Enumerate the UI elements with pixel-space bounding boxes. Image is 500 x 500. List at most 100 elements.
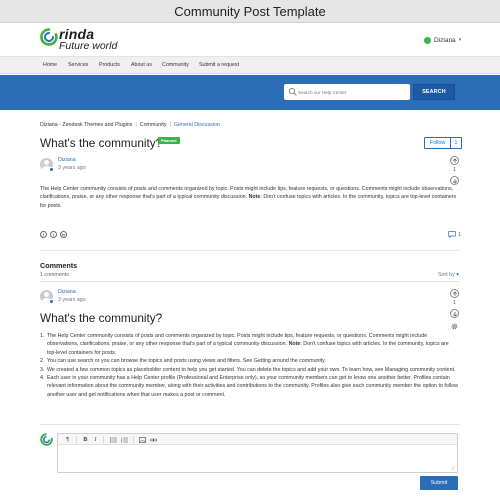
post-vote: 1 [450, 156, 460, 185]
brand-logo[interactable]: rinda Future world [40, 26, 170, 55]
comments-heading: Comments [40, 261, 78, 270]
search-icon [288, 87, 297, 96]
share-links: f t in [40, 231, 67, 240]
nav-item-products[interactable]: Products [99, 62, 120, 68]
editor-toolbar: ¶ B I [58, 434, 457, 445]
comment-textarea[interactable] [60, 447, 455, 471]
agent-badge-icon [49, 299, 54, 304]
arrow-up-icon [452, 290, 457, 296]
chevron-down-icon: ▾ [456, 272, 459, 278]
toolbar-divider [76, 436, 77, 443]
vote-down-button[interactable] [450, 309, 459, 318]
user-menu[interactable]: Diziana ▾ [424, 34, 461, 46]
list-item: 2. You can use search or you can browse … [40, 357, 458, 365]
post-author: Diziana 3 years ago [40, 157, 140, 173]
comment-vote: 1 [450, 289, 460, 318]
comment-bubble-icon [448, 231, 456, 238]
logo-swoosh-icon [40, 28, 58, 46]
comment-title: What's the community? [40, 311, 163, 325]
breadcrumb-item-general-discussion[interactable]: General Discussion [174, 122, 220, 128]
section-divider [40, 250, 460, 251]
search-hero: SEARCH [0, 75, 500, 110]
toolbar-divider [103, 436, 104, 443]
facebook-icon[interactable]: f [40, 231, 47, 238]
twitter-icon[interactable]: t [50, 231, 57, 238]
search-button[interactable]: SEARCH [413, 84, 455, 100]
author-name[interactable]: Diziana [58, 157, 76, 163]
list-number: 1. [40, 333, 45, 339]
link-icon[interactable] [149, 435, 158, 444]
nav-item-services[interactable]: Services [68, 62, 88, 68]
nav-item-community[interactable]: Community [162, 62, 189, 68]
comment-editor: ¶ B I [57, 433, 458, 473]
list-number: 4. [40, 375, 45, 382]
template-title: Community Post Template [174, 4, 326, 19]
comments-divider [40, 281, 460, 282]
post-body: The Help Center community consists of po… [40, 185, 458, 210]
bulleted-list-icon[interactable] [109, 435, 118, 444]
user-name: Diziana [434, 36, 456, 44]
site-header: rinda Future world Diziana ▾ [0, 23, 500, 56]
vote-up-button[interactable] [450, 289, 459, 298]
breadcrumb-item-home[interactable]: Diziana - Zendesk Themes and Plugins [40, 122, 132, 128]
main-nav: Home Services Products About us Communit… [0, 56, 500, 74]
breadcrumb-separator: | [135, 122, 137, 128]
list-number: 2. [40, 358, 45, 365]
arrow-up-icon [452, 157, 457, 163]
toolbar-divider [133, 436, 134, 443]
nav-item-about[interactable]: About us [131, 62, 152, 68]
note-label: Note [248, 194, 261, 201]
vote-count: 1 [453, 300, 456, 306]
comment-author: Diziana 3 years ago [40, 289, 140, 305]
comment-count-link[interactable]: 1 [448, 231, 461, 238]
submit-button[interactable]: Submit [420, 476, 458, 490]
comment-time: 3 years ago [58, 297, 86, 303]
vote-down-button[interactable] [450, 176, 459, 185]
nav-item-home[interactable]: Home [43, 62, 57, 68]
list-item: 3. We created a few common topics as pla… [40, 366, 458, 374]
list-number: 3. [40, 366, 45, 373]
search-input[interactable] [298, 88, 406, 96]
list-item: 4. Each user in your community has a Hel… [40, 374, 458, 399]
nav-item-submit-request[interactable]: Submit a request [199, 62, 239, 68]
follow-group: Follow 1 [424, 137, 462, 149]
follow-button[interactable]: Follow [424, 137, 451, 149]
chevron-down-icon: ▾ [458, 37, 462, 43]
numbered-list-icon[interactable] [120, 435, 129, 444]
breadcrumb: Diziana - Zendesk Themes and Plugins | Com… [40, 122, 220, 128]
post-title: What's the community? [40, 136, 163, 150]
template-title-bar: Community Post Template [0, 0, 500, 23]
italic-icon[interactable]: I [91, 435, 100, 444]
comment-count: 1 [458, 231, 461, 238]
comments-count: 1 comments [40, 272, 69, 278]
follower-count: 1 [451, 137, 462, 149]
vote-count: 1 [453, 167, 456, 173]
linkedin-icon[interactable]: in [60, 231, 67, 238]
comment-author-name[interactable]: Diziana [58, 289, 76, 295]
list-item: 1. The Help Center community consists of… [40, 332, 458, 357]
agent-badge-icon [49, 167, 54, 172]
list-item-text: Each user in your community has a Help C… [47, 375, 458, 398]
paragraph-icon[interactable]: ¶ [63, 435, 72, 444]
list-item-text: You can use search or you can browse the… [47, 358, 326, 365]
breadcrumb-item-community[interactable]: Community [140, 122, 167, 128]
comment-body-list: 1. The Help Center community consists of… [40, 332, 458, 399]
brand-tagline: Future world [59, 40, 118, 52]
gear-icon[interactable] [450, 322, 459, 331]
bold-icon[interactable]: B [81, 435, 90, 444]
arrow-down-icon [452, 311, 457, 317]
brand-logo-avatar-icon [40, 433, 53, 446]
sort-dropdown[interactable]: Sort by ▾ [438, 272, 459, 278]
note-label: Note [288, 341, 301, 348]
status-badge: Planned [158, 137, 180, 144]
breadcrumb-separator: | [169, 122, 171, 128]
list-item-text: We created a few common topics as placeh… [47, 366, 456, 373]
editor-divider [40, 424, 460, 425]
search-box [284, 84, 410, 100]
user-avatar-icon [424, 36, 431, 44]
resize-handle-icon[interactable] [450, 465, 455, 470]
image-icon[interactable] [138, 435, 147, 444]
vote-up-button[interactable] [450, 156, 459, 165]
sort-label: Sort by [438, 272, 455, 278]
arrow-down-icon [452, 178, 457, 184]
